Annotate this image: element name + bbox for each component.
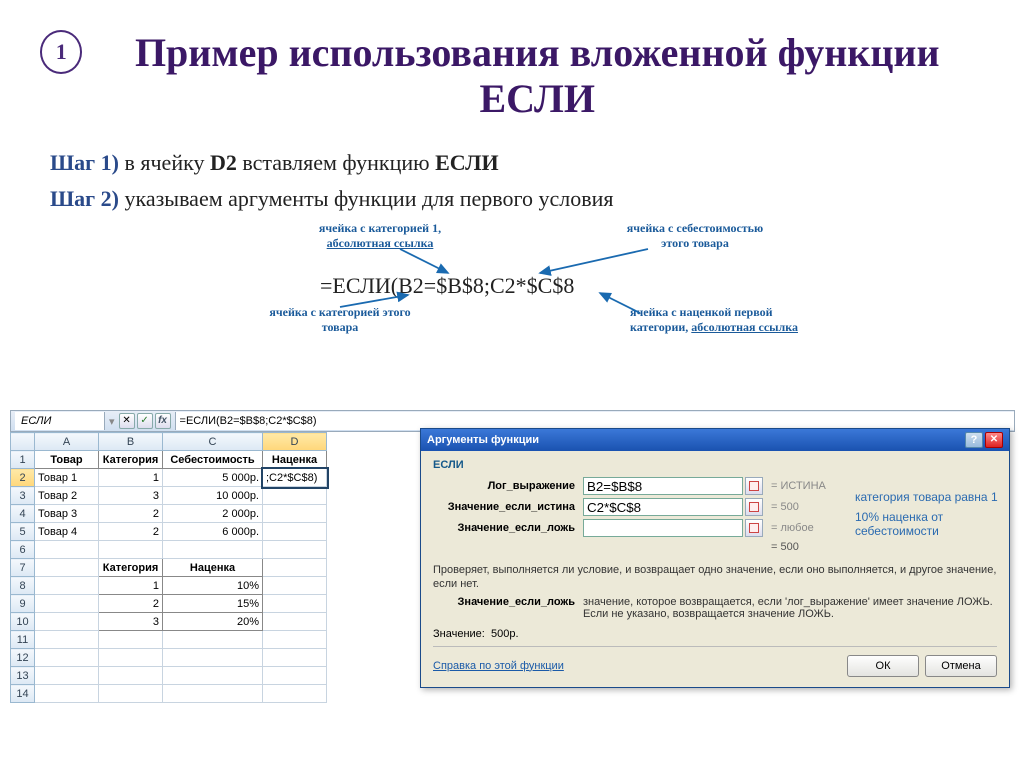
arg-description: Значение_если_ложь значение, которое воз…: [433, 596, 997, 620]
row-8: 8110%: [11, 577, 327, 595]
computed-result: = 500: [433, 541, 997, 553]
range-selector-icon[interactable]: [745, 477, 763, 495]
range-selector-icon[interactable]: [745, 498, 763, 516]
row-10: 10320%: [11, 613, 327, 631]
annotation-absolute-ref-1: ячейка с категорией 1,абсолютная ссылка: [290, 221, 470, 250]
row-2: 2 Товар 1 1 5 000р. ;C2*$C$8): [11, 469, 327, 487]
function-name: ЕСЛИ: [433, 459, 997, 471]
arg-input-iftrue[interactable]: [583, 498, 743, 516]
slide-title: Пример использования вложенной функции Е…: [90, 30, 984, 122]
function-description: Проверяет, выполняется ли условие, и воз…: [433, 563, 997, 592]
corner-cell[interactable]: [11, 433, 35, 451]
col-C[interactable]: C: [163, 433, 263, 451]
cell-D2[interactable]: ;C2*$C$8): [263, 469, 327, 487]
close-icon[interactable]: ✕: [985, 432, 1003, 448]
slide-title-row: 1 Пример использования вложенной функции…: [40, 30, 984, 142]
formula-bar-buttons: ✕ ✓ fx: [115, 413, 175, 429]
formula-text: =ЕСЛИ(B2=$B$8;C2*$C$8: [320, 273, 574, 299]
side-annotation-2: 10% наценка от себестоимости: [855, 510, 1024, 538]
row-4: 4Товар 322 000р.: [11, 505, 327, 523]
side-annotation-1: категория товара равна 1: [855, 490, 998, 504]
range-selector-icon[interactable]: [745, 519, 763, 537]
name-box[interactable]: ЕСЛИ: [15, 412, 105, 430]
step-1: Шаг 1) в ячейку D2 вставляем функцию ЕСЛ…: [50, 148, 984, 178]
function-arguments-dialog: Аргументы функции ? ✕ ЕСЛИ Лог_выражение…: [420, 428, 1010, 688]
row-3: 3Товар 2310 000р.: [11, 487, 327, 505]
annotation-category-cell: ячейка с категорией этоготовара: [240, 305, 440, 334]
arg-input-logical[interactable]: [583, 477, 743, 495]
function-help-link[interactable]: Справка по этой функции: [433, 660, 564, 672]
row-5: 5Товар 426 000р.: [11, 523, 327, 541]
help-icon[interactable]: ?: [965, 432, 983, 448]
col-A[interactable]: A: [35, 433, 99, 451]
row-1: 1 Товар Категория Себестоимость Наценка: [11, 451, 327, 469]
row-7: 7КатегорияНаценка: [11, 559, 327, 577]
row-6: 6: [11, 541, 327, 559]
row-11: 11: [11, 631, 327, 649]
formula-area: ячейка с категорией 1,абсолютная ссылка …: [40, 221, 984, 351]
row-13: 13: [11, 667, 327, 685]
result-line: Значение: 500р.: [433, 628, 997, 640]
step-2: Шаг 2) указываем аргументы функции для п…: [50, 184, 984, 214]
ok-button[interactable]: ОК: [847, 655, 919, 677]
col-header-row: A B C D: [11, 433, 327, 451]
step-badge: 1: [40, 30, 82, 74]
row-9: 9215%: [11, 595, 327, 613]
annotation-cost-cell: ячейка с себестоимостьюэтого товара: [600, 221, 790, 250]
spreadsheet-grid[interactable]: A B C D 1 Товар Категория Себестоимость …: [10, 432, 327, 703]
enter-formula-icon[interactable]: ✓: [137, 413, 153, 429]
dialog-title: Аргументы функции: [427, 434, 539, 446]
col-B[interactable]: B: [99, 433, 163, 451]
col-D[interactable]: D: [263, 433, 327, 451]
row-12: 12: [11, 649, 327, 667]
dialog-titlebar[interactable]: Аргументы функции ? ✕: [421, 429, 1009, 451]
row-14: 14: [11, 685, 327, 703]
cancel-button[interactable]: Отмена: [925, 655, 997, 677]
annotation-markup-absolute: ячейка с наценкой первойкатегории, абсол…: [630, 305, 840, 334]
fx-icon[interactable]: fx: [155, 413, 171, 429]
step1-label: Шаг 1): [50, 150, 119, 175]
step2-label: Шаг 2): [50, 186, 119, 211]
cancel-formula-icon[interactable]: ✕: [119, 413, 135, 429]
arg-input-iffalse[interactable]: [583, 519, 743, 537]
